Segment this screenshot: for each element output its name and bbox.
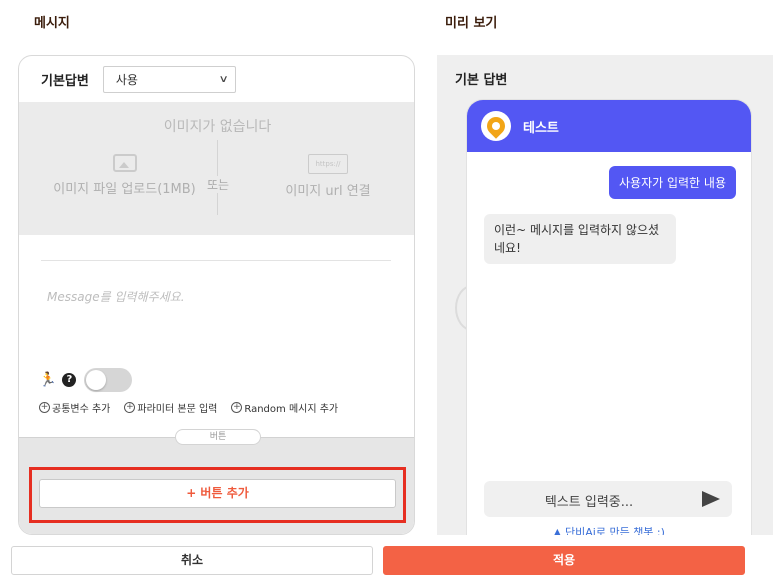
tools-row: 🏃 ?: [39, 368, 133, 392]
user-message-bubble: 사용자가 입력한 내용: [609, 166, 736, 199]
chatbot-footer-link[interactable]: ▲ 단비Ai로 만든 챗봇 :): [467, 524, 751, 535]
plus-circle-icon: +: [124, 402, 136, 413]
usage-select-value: 사용: [115, 72, 138, 87]
message-divider: [41, 260, 391, 261]
chat-input-placeholder: 텍스트 입력중...: [544, 495, 634, 510]
image-url-link-label: 이미지 url 연결: [285, 184, 371, 199]
apply-button[interactable]: 적용: [383, 546, 745, 575]
add-parameter-body-link[interactable]: + 파라미터 본문 입력: [124, 400, 217, 415]
toggle-switch[interactable]: [84, 368, 133, 392]
send-icon[interactable]: [702, 491, 720, 507]
button-zone: 버튼 + 버튼 추가: [19, 429, 414, 534]
add-options-row: + 공통변수 추가 + 파라미터 본문 입력 + Random 메시지 추가: [39, 400, 338, 415]
image-file-upload-label: 이미지 파일 업로드(1MB): [53, 182, 196, 197]
or-text: 또는: [201, 176, 235, 193]
bot-avatar: [481, 111, 511, 141]
chat-header: 테스트: [467, 100, 751, 152]
bot-message-bubble: 이런~ 메시지를 입력하지 않으셨네요!: [484, 214, 676, 264]
add-parameter-body-label: 파라미터 본문 입력: [137, 404, 218, 415]
usage-select[interactable]: 사용 ∨: [102, 65, 236, 93]
bot-name: 테스트: [523, 120, 559, 136]
add-common-variable-label: 공통변수 추가: [52, 404, 111, 415]
message-placeholder: Message를 입력해주세요.: [47, 290, 185, 304]
add-common-variable-link[interactable]: + 공통변수 추가: [39, 400, 110, 415]
add-button[interactable]: + 버튼 추가: [39, 479, 396, 508]
toggle-knob: [86, 370, 107, 390]
image-upload-zone: 이미지가 없습니다 이미지 파일 업로드(1MB) 또는 https:// 이미…: [19, 102, 414, 235]
plus-circle-icon: +: [39, 402, 50, 413]
preview-default-reply-title: 기본 답변: [455, 73, 508, 88]
chat-input-bar[interactable]: 텍스트 입력중...: [484, 481, 732, 517]
cancel-button[interactable]: 취소: [11, 546, 373, 575]
message-editor-card: 기본답변 사용 ∨ 이미지가 없습니다 이미지 파일 업로드(1MB) 또는 h…: [18, 55, 415, 535]
url-icon: https://: [308, 154, 348, 174]
chat-preview-window: 테스트 사용자가 입력한 내용 이런~ 메시지를 입력하지 않으셨네요! 텍스트…: [467, 100, 751, 535]
no-image-text: 이미지가 없습니다: [163, 119, 272, 135]
bot-logo-icon: [483, 113, 509, 139]
plus-circle-icon: +: [231, 402, 243, 413]
image-url-link[interactable]: https:// 이미지 url 연결: [263, 154, 393, 199]
button-tab: 버튼: [175, 429, 261, 445]
add-random-message-label: Random 메시지 추가: [244, 404, 339, 415]
running-person-icon: 🏃: [39, 372, 57, 388]
help-icon[interactable]: ?: [62, 373, 77, 387]
editor-header: 기본답변 사용 ∨: [19, 56, 414, 102]
default-reply-label: 기본답변: [41, 73, 89, 89]
preview-panel: 기본 답변 테스트 사용자가 입력한 내용 이런~ 메시지를 입력하지 않으셨네…: [437, 55, 773, 535]
chevron-down-icon: ∨: [218, 73, 229, 85]
preview-section-title: 미리 보기: [445, 16, 498, 31]
image-icon: [112, 154, 137, 172]
add-random-message-link[interactable]: + Random 메시지 추가: [231, 400, 338, 415]
add-button-highlight: + 버튼 추가: [29, 467, 406, 523]
image-file-upload[interactable]: 이미지 파일 업로드(1MB): [37, 154, 212, 197]
message-section-title: 메시지: [34, 16, 70, 31]
